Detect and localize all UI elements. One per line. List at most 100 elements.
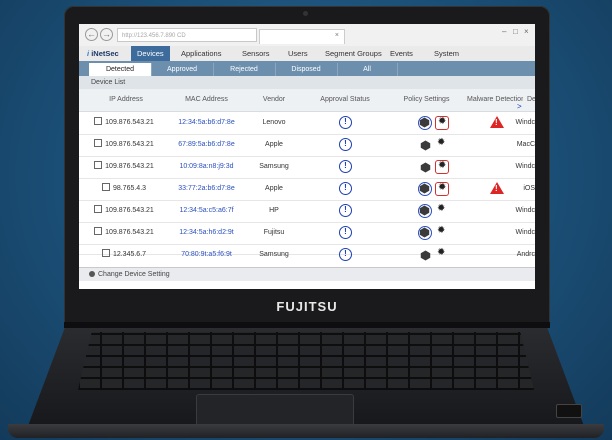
malware-warning-icon[interactable]: !: [490, 182, 504, 194]
warning-mark: !: [495, 118, 498, 127]
vendor-cell: Samsung: [259, 251, 289, 258]
close-window-icon[interactable]: ×: [524, 27, 529, 36]
row-checkbox[interactable]: [94, 117, 103, 125]
gear-icon[interactable]: ✹: [435, 182, 449, 196]
approval-info-icon[interactable]: !: [339, 160, 352, 173]
fingerprint-reader: [556, 404, 582, 418]
gear-icon[interactable]: ✹: [435, 225, 449, 240]
row-checkbox[interactable]: [94, 161, 103, 169]
device-type-cell: Andrc: [516, 251, 535, 258]
col-malware-detection-result[interactable]: Malware Detection Result: [467, 89, 523, 111]
gear-icon[interactable]: ✹: [435, 203, 449, 218]
table-row[interactable]: 98.765.4.3 33:77:2a:b6:d7:8e Apple! ✹! iOS: [79, 178, 535, 201]
laptop-hinge: [64, 322, 550, 328]
approval-info-icon[interactable]: !: [339, 182, 352, 195]
vendor-cell: Samsung: [259, 163, 289, 170]
ip-cell: 109.876.543.21: [83, 222, 165, 244]
gear-icon[interactable]: ✹: [435, 247, 449, 262]
device-list-title: Device List: [79, 76, 535, 89]
address-bar[interactable]: http://123.456.7.890 CD: [117, 28, 257, 42]
gear-glyph: ✹: [437, 137, 446, 148]
mac-cell: 70:80:9t:a5:f6:9t: [181, 251, 232, 258]
malware-warning-icon[interactable]: !: [490, 116, 504, 128]
menu-devices[interactable]: Devices: [131, 46, 170, 61]
col-ip-address[interactable]: IP Address: [91, 89, 161, 111]
gear-icon[interactable]: ✹: [435, 137, 449, 152]
shield-icon[interactable]: [418, 160, 432, 174]
col-approval-status[interactable]: Approval Status: [305, 89, 385, 111]
table-row[interactable]: 12.345.6.7 70:80:9t:a5:f6:9t Samsung! ✹ Andr…: [79, 244, 535, 261]
menu-events[interactable]: Events: [390, 46, 413, 61]
device-status-tabs: Detected Approved Rejected Disposed All: [79, 61, 535, 76]
device-type-cell: Windc: [515, 163, 535, 170]
back-icon[interactable]: ←: [85, 28, 98, 41]
vendor-cell: Fujitsu: [263, 229, 285, 236]
browser-tab[interactable]: ×: [259, 29, 345, 44]
table-row[interactable]: 109.876.543.21 10:09:8a:n8:j9:3d Samsung! ✹…: [79, 156, 535, 179]
table-row[interactable]: 109.876.543.21 12:34:5a:h6:d2:9t Fujitsu! ✹…: [79, 222, 535, 245]
tab-rejected[interactable]: Rejected: [213, 63, 276, 76]
menu-sensors[interactable]: Sensors: [242, 46, 270, 61]
col-device-type[interactable]: Device T: [527, 89, 535, 111]
row-checkbox[interactable]: [94, 139, 103, 147]
ip-text: 109.876.543.21: [105, 229, 154, 236]
col-vendor[interactable]: Vendor: [249, 89, 299, 111]
gear-glyph: ✹: [438, 182, 447, 193]
gear-icon[interactable]: ✹: [435, 160, 449, 174]
mac-cell: 12:34:5a:b6:d7:8e: [178, 119, 235, 126]
approval-info-icon[interactable]: !: [339, 204, 352, 217]
ip-text: 109.876.543.21: [105, 207, 154, 214]
menu-applications[interactable]: Applications: [181, 46, 221, 61]
keyboard: [78, 332, 534, 390]
device-type-cell: iOS: [523, 185, 535, 192]
ip-text: 109.876.543.21: [105, 119, 154, 126]
approval-info-icon[interactable]: !: [339, 248, 352, 261]
row-checkbox[interactable]: [94, 227, 103, 235]
ip-cell: 109.876.543.21: [83, 112, 165, 134]
tab-approved[interactable]: Approved: [151, 63, 214, 76]
device-type-cell: Windc: [515, 207, 535, 214]
maximize-icon[interactable]: □: [513, 27, 518, 36]
expand-icon: [89, 271, 95, 277]
logo-i-icon: i: [87, 49, 90, 58]
table-row[interactable]: 109.876.543.21 12:34:5a:c5:a6:7f HP! ✹ Windc: [79, 200, 535, 223]
warning-mark: !: [495, 184, 498, 193]
row-checkbox[interactable]: [94, 205, 103, 213]
ip-cell: 12.345.6.7: [83, 244, 165, 266]
col-policy-settings[interactable]: Policy Settings: [389, 89, 464, 111]
shield-icon[interactable]: [418, 204, 432, 218]
row-checkbox[interactable]: [101, 249, 110, 257]
menu-segment-groups[interactable]: Segment Groups: [325, 46, 382, 61]
menu-users[interactable]: Users: [288, 46, 308, 61]
approval-info-icon[interactable]: !: [339, 226, 352, 239]
ip-cell: 109.876.543.21: [83, 134, 165, 156]
table-row[interactable]: 109.876.543.21 67:89:5a:b6:d7:8e Apple! ✹ Ma…: [79, 134, 535, 157]
mac-cell: 12:34:5a:c5:a6:7f: [179, 207, 234, 214]
main-menu: i iNetSec Devices Applications Sensors U…: [79, 46, 535, 61]
change-device-setting[interactable]: Change Device Setting: [79, 268, 535, 281]
tab-disposed[interactable]: Disposed: [275, 63, 338, 76]
gear-glyph: ✹: [438, 160, 447, 171]
row-checkbox[interactable]: [101, 183, 110, 191]
tab-all[interactable]: All: [337, 63, 398, 76]
shield-icon[interactable]: [418, 116, 432, 130]
table-row[interactable]: 109.876.543.21 12:34:5a:b6:d7:8e Lenovo! ✹!…: [79, 112, 535, 135]
shield-icon[interactable]: [418, 226, 432, 240]
minimize-icon[interactable]: –: [502, 27, 506, 36]
close-tab-icon[interactable]: ×: [335, 32, 339, 39]
tab-detected[interactable]: Detected: [89, 63, 152, 76]
ip-text: 109.876.543.21: [105, 141, 154, 148]
approval-info-icon[interactable]: !: [339, 138, 352, 151]
shield-icon[interactable]: [418, 138, 432, 152]
shield-icon[interactable]: [418, 182, 432, 196]
scroll-right-icon[interactable]: >: [517, 102, 522, 111]
device-type-cell: MacC: [516, 141, 535, 148]
gear-glyph: ✹: [437, 225, 446, 236]
gear-icon[interactable]: ✹: [435, 116, 449, 130]
app-logo: i iNetSec: [87, 46, 119, 61]
approval-info-icon[interactable]: !: [339, 116, 352, 129]
shield-icon[interactable]: [418, 248, 432, 262]
forward-icon[interactable]: →: [100, 28, 113, 41]
col-mac-address[interactable]: MAC Address: [169, 89, 244, 111]
menu-system[interactable]: System: [434, 46, 459, 61]
